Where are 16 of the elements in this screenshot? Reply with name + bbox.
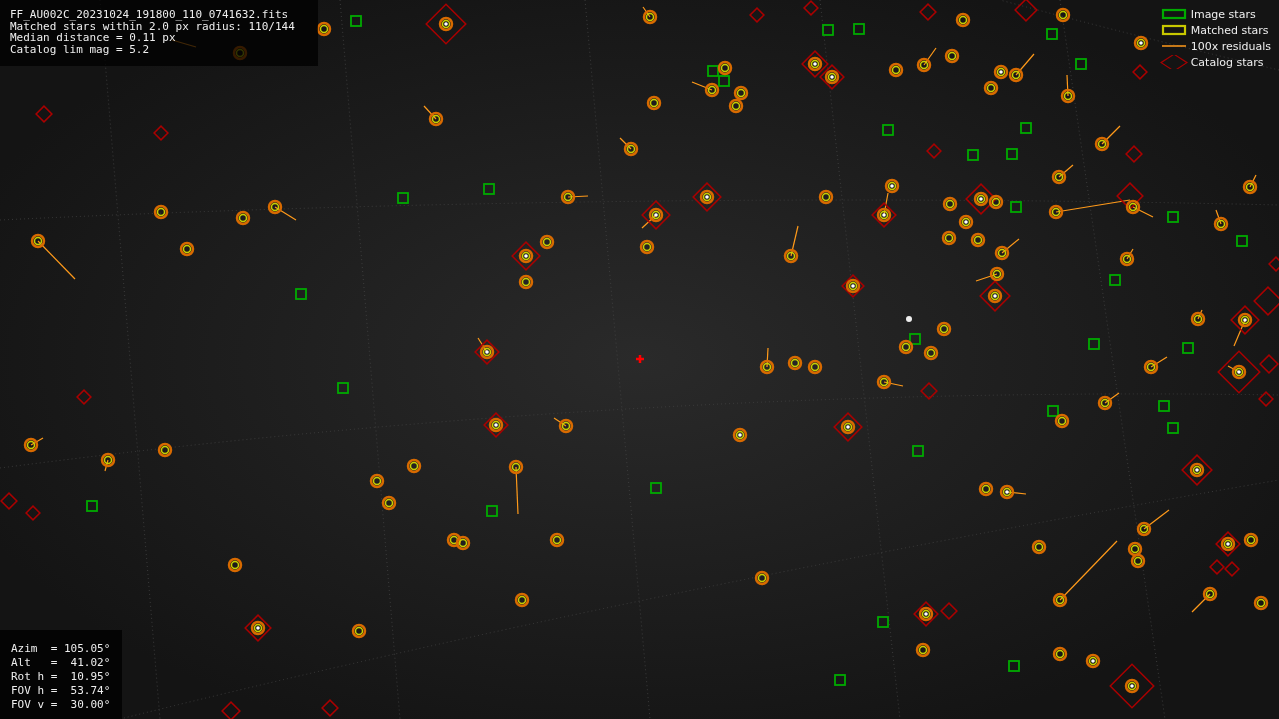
- info-text: Catalog lim mag = 5.2: [10, 43, 151, 55]
- pointing-text: FOV v = 30.00°: [11, 698, 112, 712]
- info-text: Median distance = 0.11 px: [10, 32, 176, 44]
- legend-label: Image stars: [1190, 7, 1256, 21]
- legend-label: Catalog stars: [1190, 55, 1264, 69]
- pointing-text: Alt = 41.02°: [11, 656, 112, 670]
- pointing-text: FOV h = 53.74°: [11, 684, 112, 698]
- pointing-text: Rot h = 10.95°: [11, 670, 112, 684]
- info-text: FF_AU002C_20231024_191800_110_0741632.fits: [10, 9, 290, 21]
- info-text: Matched stars within 2.0 px radius: 110/144: [10, 20, 296, 32]
- line-icon: [1160, 45, 1187, 47]
- legend-label: Matched stars: [1190, 23, 1269, 37]
- rectangle-icon: [1161, 24, 1186, 36]
- pointing-text: Azim = 105.05°: [11, 642, 112, 656]
- square-icon: [1161, 8, 1186, 20]
- legend-label: 100x residuals: [1190, 39, 1271, 53]
